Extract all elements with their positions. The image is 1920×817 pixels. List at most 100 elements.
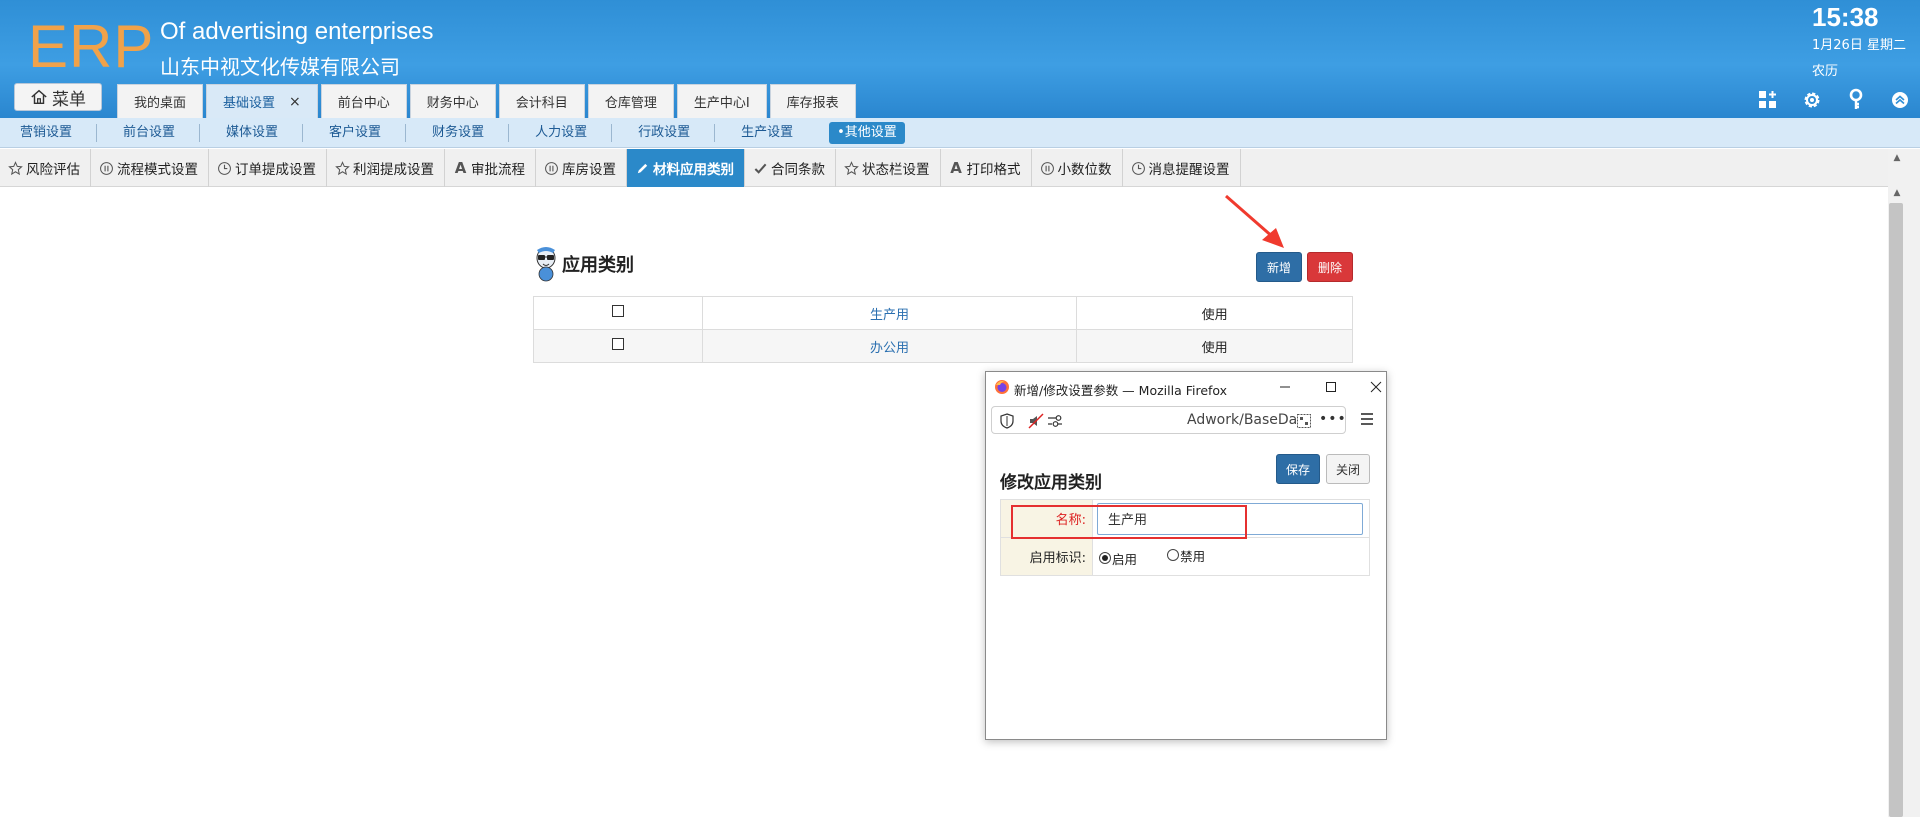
- letter-a-icon: A: [454, 159, 467, 177]
- tab-basic-settings[interactable]: 基础设置 ×: [206, 84, 318, 118]
- settings-message-reminder[interactable]: 消息提醒设置: [1123, 149, 1241, 187]
- scrollbar-thumb[interactable]: [1889, 203, 1903, 817]
- tab-label: 生产中心Ⅰ: [693, 96, 750, 111]
- tab-close-icon[interactable]: ×: [289, 94, 301, 110]
- close-button[interactable]: 关闭: [1326, 454, 1370, 484]
- tab-inventory-report[interactable]: 库存报表: [769, 84, 856, 118]
- row-checkbox[interactable]: [611, 338, 624, 350]
- pause-circle-icon: [1040, 161, 1054, 175]
- category-name-link[interactable]: 办公用: [870, 341, 909, 356]
- clock-time: 15:38: [1812, 2, 1879, 32]
- annotation-arrow-icon: [1225, 194, 1284, 248]
- enable-flag-label: 启用标识:: [1000, 537, 1093, 576]
- tab-label: 会计科目: [515, 96, 568, 111]
- subnav-marketing-settings[interactable]: 营销设置: [6, 123, 98, 142]
- star-icon: [8, 160, 23, 175]
- hamburger-menu-icon[interactable]: [1359, 412, 1375, 426]
- settings-item-label: 合同条款: [771, 162, 825, 178]
- tab-accounting-subjects[interactable]: 会计科目: [498, 84, 585, 118]
- add-button[interactable]: 新增: [1256, 252, 1302, 282]
- settings-order-commission[interactable]: 订单提成设置: [209, 149, 327, 187]
- settings-decimal-places[interactable]: 小数位数: [1032, 149, 1123, 187]
- subnav-production-settings[interactable]: 生产设置: [727, 124, 817, 142]
- maximize-button[interactable]: [1320, 376, 1342, 398]
- enable-radio[interactable]: 启用: [1099, 549, 1137, 568]
- subnav-finance-settings[interactable]: 财务设置: [418, 123, 510, 142]
- settings-risk-assessment[interactable]: 风险评估: [0, 149, 91, 187]
- popup-window-title: 新增/修改设置参数 — Mozilla Firefox: [1014, 383, 1228, 398]
- tab-label: 库存报表: [786, 96, 839, 111]
- settings-toolbar: 风险评估 流程模式设置 订单提成设置 利润提成设置 A 审批流程 库房设置 材料…: [0, 149, 1920, 187]
- settings-profit-commission[interactable]: 利润提成设置: [327, 149, 445, 187]
- tab-finance-center[interactable]: 财务中心: [409, 84, 496, 118]
- pause-circle-icon: [545, 161, 558, 175]
- shield-icon[interactable]: [1000, 413, 1014, 429]
- grid-add-icon[interactable]: [1756, 88, 1780, 112]
- subnav-admin-settings[interactable]: 行政设置: [624, 123, 716, 142]
- firefox-icon: [995, 380, 1009, 394]
- company-name-cn: 山东中视文化传媒有限公司: [160, 55, 400, 79]
- settings-approval-flow[interactable]: A 审批流程: [445, 149, 536, 187]
- settings-contract-terms[interactable]: 合同条款: [745, 149, 836, 187]
- home-icon: [31, 89, 47, 105]
- subnav-front-settings[interactable]: 前台设置: [109, 123, 201, 142]
- subnav-other-settings[interactable]: •其他设置: [829, 121, 905, 144]
- settings-item-label: 库房设置: [562, 162, 616, 178]
- form-row-enable-flag: 启用标识: 启用 禁用: [1000, 537, 1370, 576]
- qr-code-icon[interactable]: [1297, 414, 1311, 428]
- star-icon: [335, 160, 350, 175]
- gear-icon[interactable]: [1800, 88, 1824, 112]
- subnav-hr-settings[interactable]: 人力设置: [521, 123, 613, 142]
- tab-label: 我的桌面: [134, 96, 187, 111]
- permissions-icon[interactable]: [1047, 414, 1063, 428]
- scroll-up-arrow-icon[interactable]: ▲: [1890, 188, 1904, 200]
- settings-item-label: 打印格式: [966, 162, 1021, 178]
- settings-material-category[interactable]: 材料应用类别: [627, 149, 745, 187]
- key-icon[interactable]: [1844, 88, 1868, 112]
- popup-titlebar[interactable]: 新增/修改设置参数 — Mozilla Firefox: [986, 372, 1386, 402]
- tab-warehouse[interactable]: 仓库管理: [587, 84, 674, 118]
- settings-item-label: 消息提醒设置: [1148, 162, 1230, 178]
- settings-warehouse[interactable]: 库房设置: [536, 149, 627, 187]
- disable-radio[interactable]: 禁用: [1167, 546, 1205, 565]
- enable-flag-cell: 启用 禁用: [1092, 537, 1370, 576]
- settings-item-label: 小数位数: [1057, 162, 1112, 178]
- more-icon[interactable]: •••: [1319, 411, 1347, 427]
- mascot-icon: [536, 247, 556, 282]
- table-row: 办公用 使用: [533, 329, 1353, 363]
- radio-selected-icon: [1099, 552, 1111, 564]
- scroll-up-arrow-icon[interactable]: ▲: [1890, 153, 1904, 165]
- tab-label: 财务中心: [426, 96, 479, 111]
- tab-my-desktop[interactable]: 我的桌面: [117, 84, 204, 118]
- window-close-button[interactable]: [1365, 376, 1387, 398]
- minimize-button[interactable]: [1274, 376, 1296, 398]
- table-cell-name: 办公用: [701, 329, 1078, 363]
- settings-item-label: 材料应用类别: [653, 162, 734, 178]
- table-cell-checkbox: [533, 296, 703, 330]
- row-checkbox[interactable]: [611, 305, 624, 317]
- tab-front-center[interactable]: 前台中心: [320, 84, 407, 118]
- company-name-en: Of advertising enterprises: [160, 18, 434, 45]
- url-bar[interactable]: Adwork/BaseDa •••: [991, 406, 1346, 434]
- content-area: 应用类别 新增 删除 生产用 使用 办公用 使用: [0, 188, 1890, 817]
- category-name-link[interactable]: 生产用: [870, 308, 909, 323]
- letter-a-icon: A: [950, 159, 962, 177]
- tab-production-center[interactable]: 生产中心Ⅰ: [676, 84, 767, 118]
- menu-button[interactable]: 菜单: [14, 83, 102, 111]
- table-cell-name: 生产用: [701, 296, 1078, 330]
- settings-item-label: 流程模式设置: [117, 162, 198, 178]
- settings-print-format[interactable]: A 打印格式: [941, 149, 1032, 187]
- settings-item-label: 状态栏设置: [862, 162, 930, 178]
- settings-process-mode[interactable]: 流程模式设置: [91, 149, 209, 187]
- sub-nav-bar: 营销设置 前台设置 媒体设置 客户设置 财务设置 人力设置 行政设置 生产设置 …: [0, 118, 1920, 148]
- disable-radio-label: 禁用: [1180, 548, 1206, 564]
- delete-button[interactable]: 删除: [1307, 252, 1353, 282]
- save-button[interactable]: 保存: [1276, 454, 1320, 484]
- settings-item-label: 利润提成设置: [353, 162, 434, 178]
- edit-popup-window: 新增/修改设置参数 — Mozilla Firefox Adwork/BaseD…: [985, 371, 1387, 740]
- settings-status-bar[interactable]: 状态栏设置: [836, 149, 941, 187]
- blocked-media-icon[interactable]: [1028, 413, 1044, 429]
- subnav-customer-settings[interactable]: 客户设置: [315, 123, 407, 142]
- collapse-up-icon[interactable]: [1888, 88, 1912, 112]
- subnav-media-settings[interactable]: 媒体设置: [212, 123, 304, 142]
